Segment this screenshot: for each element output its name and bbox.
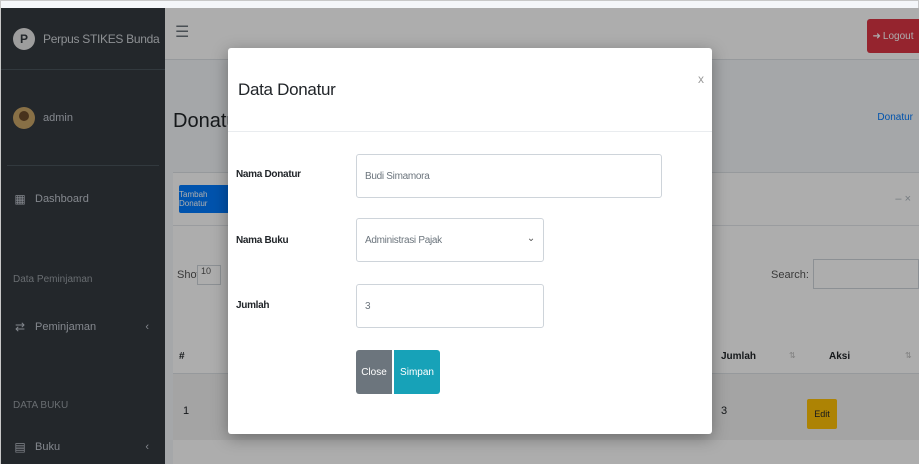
modal-title: Data Donatur: [238, 80, 336, 99]
nama-buku-label: Nama Buku: [236, 235, 289, 246]
nama-buku-select[interactable]: Administrasi Pajak ⌄: [356, 218, 544, 262]
chevron-down-icon: ⌄: [526, 233, 535, 244]
close-icon[interactable]: x: [698, 72, 704, 86]
nama-buku-value: Administrasi Pajak: [365, 234, 442, 246]
nama-donatur-field[interactable]: Budi Simamora: [356, 154, 662, 198]
donatur-modal: Data Donatur x Nama Donatur Budi Simamor…: [228, 48, 712, 434]
close-button[interactable]: Close: [356, 350, 392, 394]
jumlah-label: Jumlah: [236, 300, 270, 311]
modal-header: Data Donatur x: [228, 48, 712, 132]
nama-donatur-label: Nama Donatur: [236, 169, 301, 180]
save-button[interactable]: Simpan: [394, 350, 440, 394]
jumlah-field[interactable]: 3: [356, 284, 544, 328]
